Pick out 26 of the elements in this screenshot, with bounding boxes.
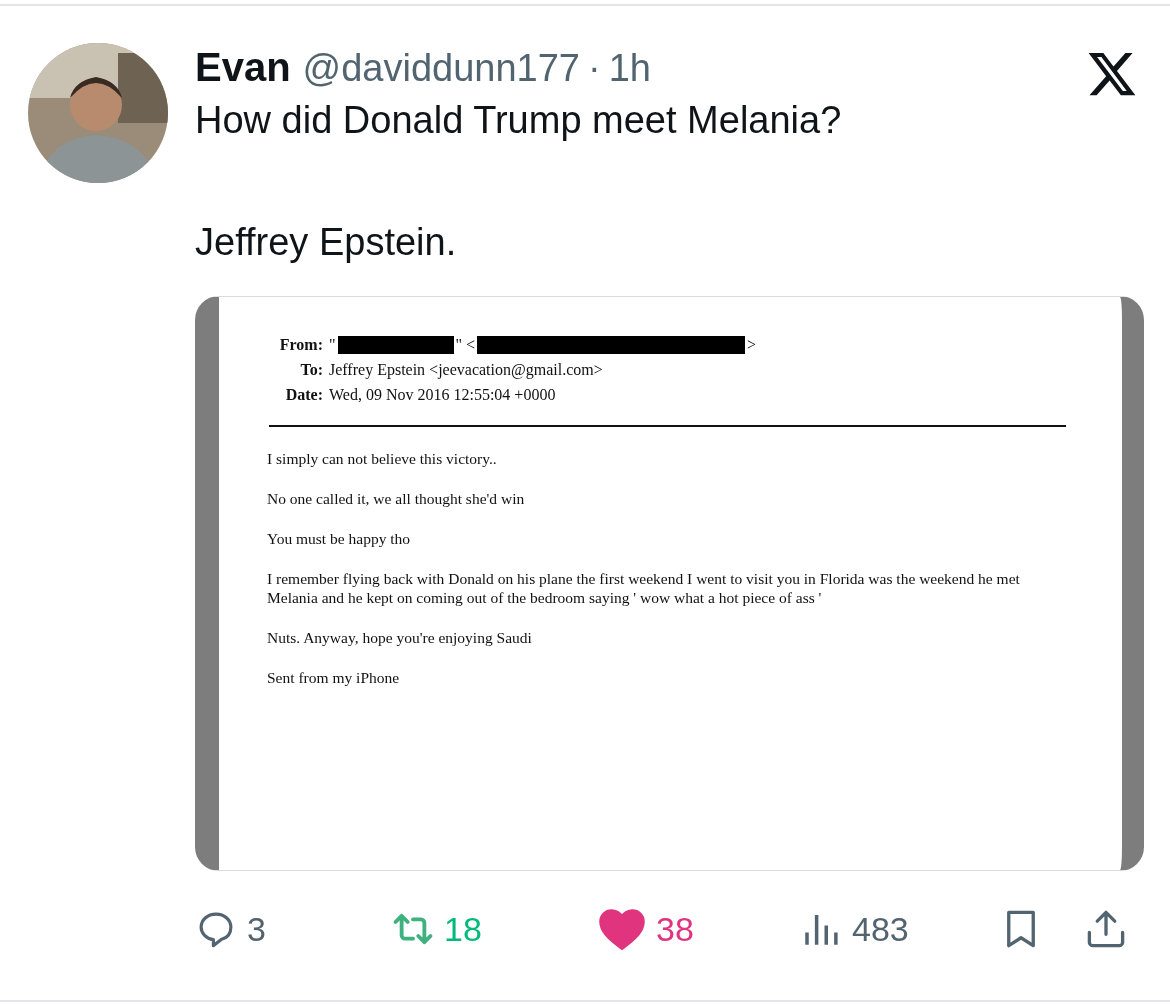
header-value: >	[747, 335, 757, 355]
author-handle[interactable]: @daviddunn177	[302, 47, 580, 90]
reply-count: 3	[247, 909, 266, 949]
header-value: Jeffrey Epstein <jeevacation@gmail.com>	[329, 360, 603, 381]
email-text: No one called it, we all thought she'd win	[267, 489, 526, 508]
post-text: Jeffrey Epstein.	[195, 220, 458, 265]
email-text: Nuts. Anyway, hope you're enjoying Saudi	[267, 628, 533, 647]
post-text: How did Donald Trump meet Melania?	[195, 98, 843, 143]
header-label: To:	[299, 360, 323, 380]
repost-count: 18	[444, 909, 482, 949]
author-name[interactable]: Evan	[195, 45, 291, 90]
email-text: I simply can not believe this victory..	[267, 449, 498, 468]
header-value: " <	[455, 335, 476, 355]
email-text: You must be happy tho	[267, 529, 412, 548]
view-count: 483	[852, 909, 909, 949]
share-icon[interactable]	[1085, 908, 1127, 950]
separator-dot: ·	[587, 47, 601, 90]
email-text: Sent from my iPhone	[267, 668, 401, 687]
header-value: Wed, 09 Nov 2016 12:55:04 +0000	[329, 385, 556, 405]
post-time[interactable]: 1h	[608, 47, 651, 90]
header-label: From:	[278, 335, 323, 355]
like-count: 38	[656, 909, 694, 949]
email-text: I remember flying back with Donald on his plane the first weekend I went to visit you in Florida was the weekend he met Melania and he kept on coming out of the bedroom saying ' wow what a hot piece of ass '	[267, 569, 1021, 607]
attached-image[interactable]	[195, 296, 1144, 871]
header-label: Date:	[284, 385, 323, 405]
header-value: "	[329, 335, 336, 355]
